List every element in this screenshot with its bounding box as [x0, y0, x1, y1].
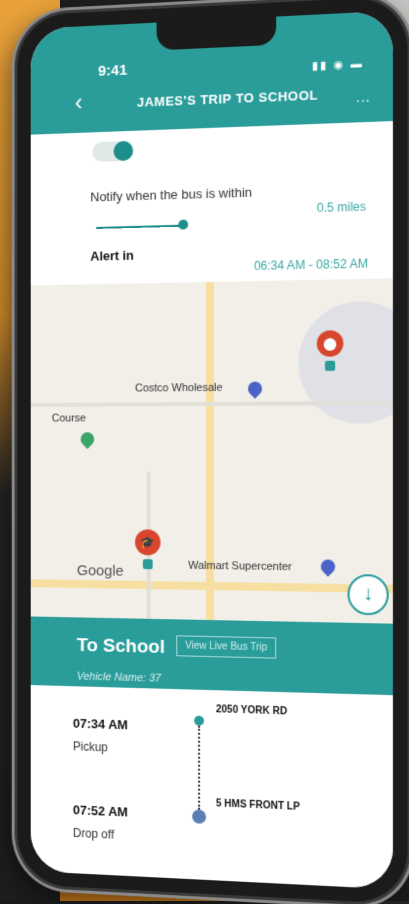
- school-cap-icon[interactable]: 🎓: [135, 529, 161, 556]
- arrow-down-icon[interactable]: ↓: [347, 573, 389, 616]
- notify-toggle[interactable]: [92, 140, 134, 162]
- stop-type: Pickup: [72, 739, 108, 755]
- stop-address: 2050 YORK RD: [215, 704, 288, 718]
- distance-slider-handle[interactable]: [178, 219, 189, 230]
- notify-distance: 0.5 miles: [316, 199, 367, 216]
- phone-notch: [156, 16, 277, 51]
- alert-time-range[interactable]: 06:34 AM - 08:52 AM: [254, 256, 368, 273]
- more-icon[interactable]: ···: [356, 91, 370, 108]
- stop-time: 07:34 AM: [72, 715, 128, 733]
- chevron-left-icon[interactable]: ‹: [75, 89, 83, 117]
- vehicle-name: Vehicle Name: 37: [76, 670, 161, 685]
- trip-title: To School: [76, 635, 165, 658]
- notify-label: Notify when the bus is within: [90, 184, 253, 205]
- stop-time: 07:52 AM: [72, 802, 128, 820]
- pin-stem: [324, 360, 336, 371]
- alert-label: Alert in: [90, 247, 134, 264]
- status-icons: ▮▮ ◉ ▬: [311, 57, 364, 73]
- stop-type: Drop off: [72, 825, 115, 842]
- shop-pin-icon[interactable]: [317, 556, 339, 577]
- app-screen: 9:41 ▮▮ ◉ ▬ ‹ JAMES'S TRIP TO SCHOOL ···…: [30, 10, 393, 890]
- view-live-button[interactable]: View Live Bus Trip: [176, 635, 277, 659]
- park-pin-icon[interactable]: [77, 429, 97, 449]
- distance-slider-track[interactable]: [96, 224, 185, 229]
- stop-dot: [192, 809, 207, 824]
- shop-pin-icon[interactable]: [245, 378, 265, 399]
- google-logo: Google: [76, 562, 124, 580]
- pin-stem: [142, 559, 153, 570]
- route-line: [198, 725, 201, 810]
- bus-location-icon[interactable]: ⬤: [316, 330, 344, 357]
- map-label-walmart: Walmart Supercenter: [188, 559, 292, 574]
- map-label-course: Course: [51, 412, 86, 425]
- toggle-knob: [113, 140, 134, 162]
- phone-frame: 9:41 ▮▮ ◉ ▬ ‹ JAMES'S TRIP TO SCHOOL ···…: [17, 0, 408, 904]
- map-label-costco: Costco Wholesale: [135, 381, 223, 395]
- map-view[interactable]: Costco Wholesale Course Walmart Supercen…: [30, 278, 393, 624]
- status-time: 9:41: [98, 61, 128, 80]
- stop-dot: [194, 715, 205, 726]
